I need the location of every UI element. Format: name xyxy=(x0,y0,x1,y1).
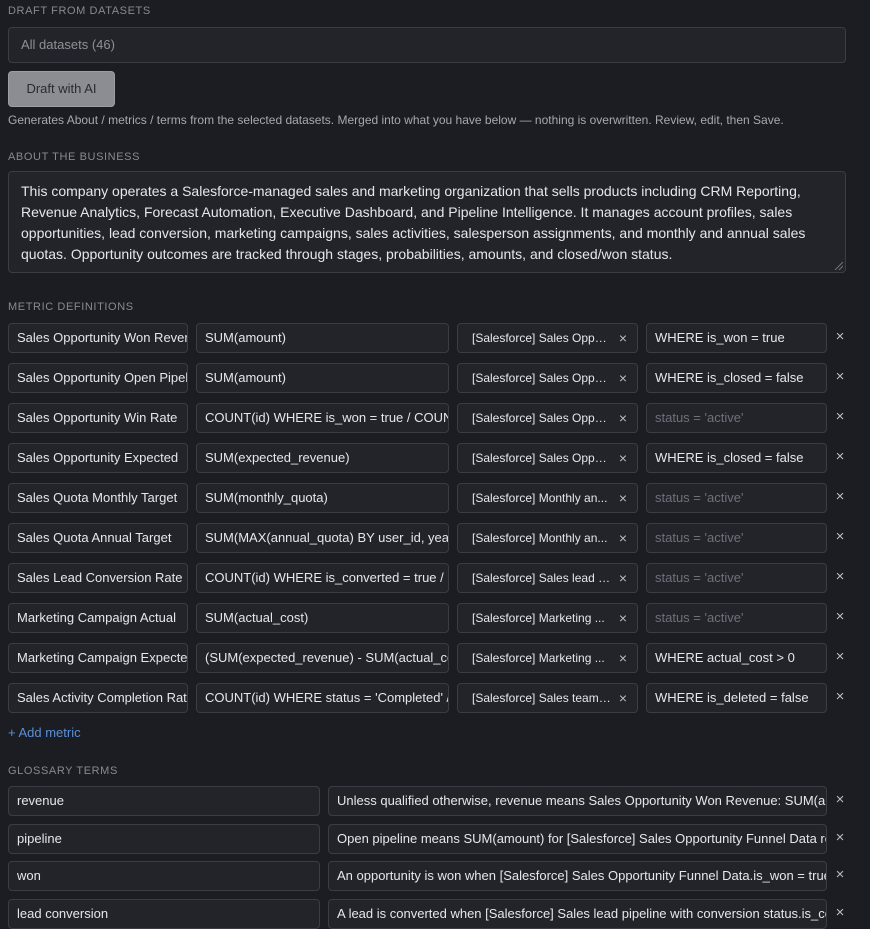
metric-expression-input[interactable]: COUNT(id) WHERE is_won = true / COUNT(id… xyxy=(196,403,449,433)
metric-expression-input[interactable]: SUM(amount) xyxy=(196,363,449,393)
remove-term-icon[interactable]: × xyxy=(832,904,848,921)
dataset-chip[interactable]: [Salesforce] Sales Oppo... × xyxy=(457,323,638,353)
remove-dataset-icon[interactable]: × xyxy=(619,484,627,512)
metric-filter-placeholder: status = 'active' xyxy=(655,530,744,545)
dataset-chip[interactable]: [Salesforce] Sales Oppo... × xyxy=(457,443,638,473)
metric-name-input[interactable]: Sales Opportunity Open Pipeline xyxy=(8,363,188,393)
metric-name-input[interactable]: Sales Quota Monthly Target xyxy=(8,483,188,513)
metric-name-input[interactable]: Marketing Campaign Expected xyxy=(8,643,188,673)
remove-metric-icon[interactable]: × xyxy=(832,368,848,385)
remove-term-icon[interactable]: × xyxy=(832,866,848,883)
resize-grip-icon[interactable] xyxy=(835,262,843,270)
dataset-chip[interactable]: [Salesforce] Sales Oppo... × xyxy=(457,363,638,393)
remove-metric-icon[interactable]: × xyxy=(832,528,848,545)
metric-filter-input[interactable]: status = 'active' xyxy=(646,523,827,553)
dataset-chip-label: [Salesforce] Sales Oppo... xyxy=(472,451,611,465)
metric-filter-input[interactable]: WHERE is_closed = false xyxy=(646,363,827,393)
remove-metric-icon[interactable]: × xyxy=(832,608,848,625)
metric-expression-input[interactable]: SUM(actual_cost) xyxy=(196,603,449,633)
metric-expression-input[interactable]: SUM(expected_revenue) xyxy=(196,443,449,473)
metric-filter-placeholder: status = 'active' xyxy=(655,570,744,585)
remove-dataset-icon[interactable]: × xyxy=(619,444,627,472)
glossary-term-input[interactable]: pipeline xyxy=(8,824,320,854)
about-textarea[interactable]: This company operates a Salesforce-manag… xyxy=(8,171,846,273)
draft-section-label: DRAFT FROM DATASETS xyxy=(8,5,151,17)
dataset-chip-label: [Salesforce] Sales Oppo... xyxy=(472,411,611,425)
dataset-chip-label: [Salesforce] Marketing ... xyxy=(472,611,605,625)
remove-dataset-icon[interactable]: × xyxy=(619,364,627,392)
metric-filter-input[interactable]: WHERE is_deleted = false xyxy=(646,683,827,713)
metric-expression-input[interactable]: SUM(amount) xyxy=(196,323,449,353)
remove-term-icon[interactable]: × xyxy=(832,829,848,846)
metric-filter-placeholder: status = 'active' xyxy=(655,610,744,625)
metric-filter-placeholder: status = 'active' xyxy=(655,410,744,425)
glossary-term-input[interactable]: revenue xyxy=(8,786,320,816)
add-metric-link[interactable]: + Add metric xyxy=(8,725,81,740)
metric-filter-input[interactable]: WHERE is_closed = false xyxy=(646,443,827,473)
draft-with-ai-button[interactable]: Draft with AI xyxy=(8,71,115,107)
remove-dataset-icon[interactable]: × xyxy=(619,524,627,552)
metric-name-input[interactable]: Sales Opportunity Won Revenue xyxy=(8,323,188,353)
metrics-section-label: METRIC DEFINITIONS xyxy=(8,301,134,313)
dataset-chip-label: [Salesforce] Marketing ... xyxy=(472,651,605,665)
dataset-chip[interactable]: [Salesforce] Monthly an... × xyxy=(457,523,638,553)
metric-name-input[interactable]: Sales Activity Completion Rate xyxy=(8,683,188,713)
glossary-definition-input[interactable]: Unless qualified otherwise, revenue mean… xyxy=(328,786,827,816)
metric-filter-input[interactable]: status = 'active' xyxy=(646,563,827,593)
remove-dataset-icon[interactable]: × xyxy=(619,564,627,592)
dataset-chip-label: [Salesforce] Sales team ... xyxy=(472,691,611,705)
metric-name-input[interactable]: Sales Opportunity Win Rate xyxy=(8,403,188,433)
remove-dataset-icon[interactable]: × xyxy=(619,644,627,672)
dataset-chip-label: [Salesforce] Sales Oppo... xyxy=(472,331,611,345)
metric-expression-input[interactable]: COUNT(id) WHERE status = 'Completed' / C… xyxy=(196,683,449,713)
about-text: This company operates a Salesforce-manag… xyxy=(21,183,806,262)
remove-dataset-icon[interactable]: × xyxy=(619,604,627,632)
dataset-select[interactable]: All datasets (46) xyxy=(8,27,846,63)
remove-dataset-icon[interactable]: × xyxy=(619,324,627,352)
dataset-chip[interactable]: [Salesforce] Monthly an... × xyxy=(457,483,638,513)
metric-filter-input[interactable]: status = 'active' xyxy=(646,403,827,433)
remove-metric-icon[interactable]: × xyxy=(832,328,848,345)
dataset-chip[interactable]: [Salesforce] Sales team ... × xyxy=(457,683,638,713)
dataset-chip[interactable]: [Salesforce] Marketing ... × xyxy=(457,603,638,633)
remove-metric-icon[interactable]: × xyxy=(832,648,848,665)
metric-name-input[interactable]: Sales Opportunity Expected xyxy=(8,443,188,473)
dataset-chip[interactable]: [Salesforce] Marketing ... × xyxy=(457,643,638,673)
remove-term-icon[interactable]: × xyxy=(832,791,848,808)
glossary-definition-input[interactable]: A lead is converted when [Salesforce] Sa… xyxy=(328,899,827,929)
remove-metric-icon[interactable]: × xyxy=(832,408,848,425)
metric-expression-input[interactable]: SUM(monthly_quota) xyxy=(196,483,449,513)
dataset-chip-label: [Salesforce] Monthly an... xyxy=(472,491,608,505)
about-section-label: ABOUT THE BUSINESS xyxy=(8,151,141,163)
metric-filter-input[interactable]: status = 'active' xyxy=(646,483,827,513)
dataset-chip[interactable]: [Salesforce] Sales Oppo... × xyxy=(457,403,638,433)
remove-metric-icon[interactable]: × xyxy=(832,568,848,585)
dataset-chip-label: [Salesforce] Sales lead p... xyxy=(472,571,611,585)
glossary-term-input[interactable]: won xyxy=(8,861,320,891)
metric-filter-input[interactable]: WHERE actual_cost > 0 xyxy=(646,643,827,673)
dataset-chip[interactable]: [Salesforce] Sales lead p... × xyxy=(457,563,638,593)
remove-dataset-icon[interactable]: × xyxy=(619,404,627,432)
glossary-definition-input[interactable]: An opportunity is won when [Salesforce] … xyxy=(328,861,827,891)
metric-expression-input[interactable]: (SUM(expected_revenue) - SUM(actual_cost… xyxy=(196,643,449,673)
metric-filter-placeholder: status = 'active' xyxy=(655,490,744,505)
remove-metric-icon[interactable]: × xyxy=(832,448,848,465)
dataset-chip-label: [Salesforce] Monthly an... xyxy=(472,531,608,545)
metric-filter-input[interactable]: status = 'active' xyxy=(646,603,827,633)
metric-filter-input[interactable]: WHERE is_won = true xyxy=(646,323,827,353)
remove-metric-icon[interactable]: × xyxy=(832,688,848,705)
metric-name-input[interactable]: Sales Lead Conversion Rate xyxy=(8,563,188,593)
metric-name-input[interactable]: Marketing Campaign Actual xyxy=(8,603,188,633)
glossary-term-input[interactable]: lead conversion xyxy=(8,899,320,929)
remove-metric-icon[interactable]: × xyxy=(832,488,848,505)
metric-expression-input[interactable]: SUM(MAX(annual_quota) BY user_id, year) xyxy=(196,523,449,553)
draft-help-text: Generates About / metrics / terms from t… xyxy=(8,113,784,127)
dataset-chip-label: [Salesforce] Sales Oppo... xyxy=(472,371,611,385)
metric-name-input[interactable]: Sales Quota Annual Target xyxy=(8,523,188,553)
metric-expression-input[interactable]: COUNT(id) WHERE is_converted = true / CO… xyxy=(196,563,449,593)
glossary-definition-input[interactable]: Open pipeline means SUM(amount) for [Sal… xyxy=(328,824,827,854)
glossary-section-label: GLOSSARY TERMS xyxy=(8,765,118,777)
remove-dataset-icon[interactable]: × xyxy=(619,684,627,712)
